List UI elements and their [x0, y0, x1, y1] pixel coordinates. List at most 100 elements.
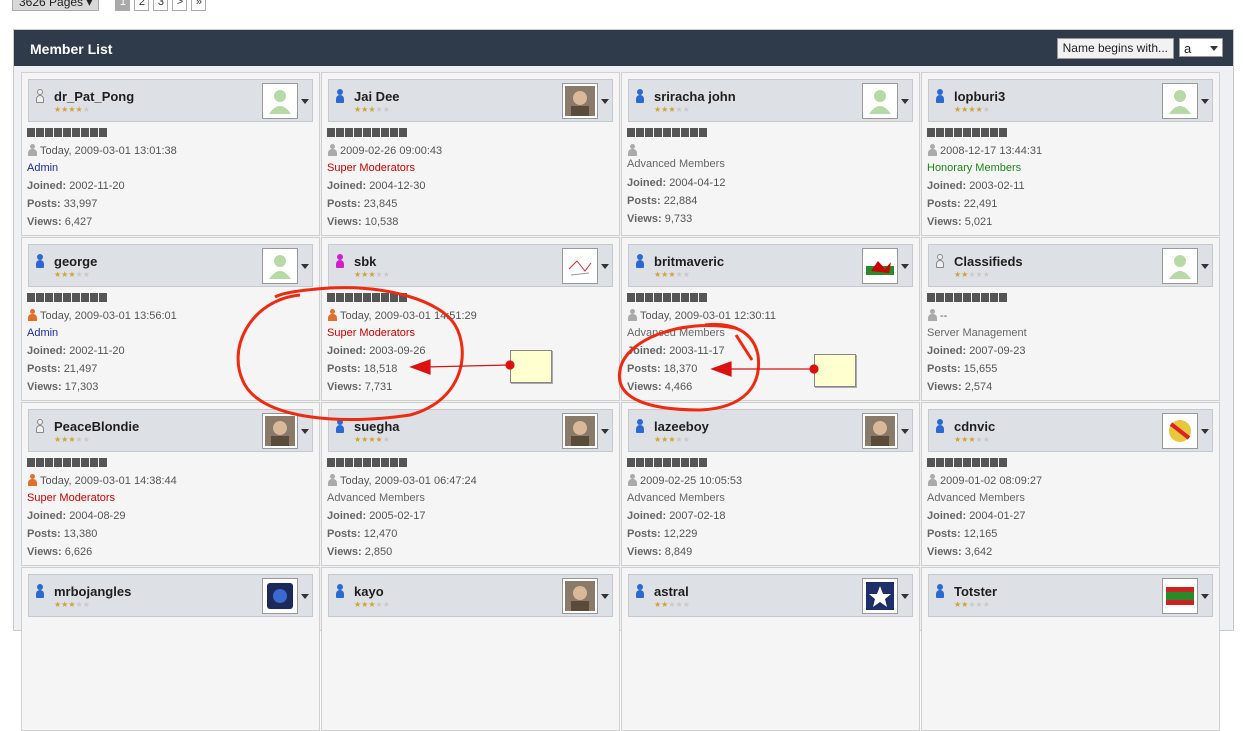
- member-name-link[interactable]: suegha: [354, 419, 400, 434]
- user-status-icon: [336, 254, 344, 268]
- member-card-header: dr_Pat_Pong ★★★★★: [28, 79, 313, 122]
- member-group: Admin: [27, 162, 59, 174]
- last-page-link[interactable]: »: [191, 0, 207, 11]
- posts-value: 21,497: [63, 363, 98, 375]
- member-name-link[interactable]: Totster: [954, 584, 997, 599]
- chevron-down-icon[interactable]: [301, 429, 309, 434]
- avatar[interactable]: [1162, 83, 1198, 119]
- last-activity: 2008-12-17 13:44:31: [927, 144, 1042, 157]
- views-value: 4,466: [664, 381, 693, 393]
- views-line: Views: 4,466: [627, 381, 692, 393]
- user-status-icon: [936, 254, 944, 268]
- member-card-header: britmaveric ★★★★★: [628, 244, 913, 287]
- chevron-down-icon[interactable]: [601, 429, 609, 434]
- user-status-icon: [636, 419, 644, 433]
- member-card-header: lopburi3 ★★★★★: [928, 79, 1213, 122]
- member-name-link[interactable]: sriracha john: [654, 89, 736, 104]
- rating-stars: ★★★★★: [654, 435, 690, 444]
- avatar[interactable]: [562, 248, 598, 284]
- letter-select[interactable]: a: [1179, 38, 1223, 57]
- name-begins-with-button[interactable]: Name begins with...: [1056, 38, 1174, 59]
- member-name-link[interactable]: astral: [654, 584, 689, 599]
- member-name-link[interactable]: kayo: [354, 584, 384, 599]
- avatar[interactable]: [1162, 578, 1198, 614]
- member-group: Honorary Members: [927, 162, 1022, 174]
- chevron-down-icon[interactable]: [1201, 264, 1209, 269]
- member-name-link[interactable]: dr_Pat_Pong: [54, 89, 134, 104]
- avatar[interactable]: [562, 413, 598, 449]
- chevron-down-icon[interactable]: [301, 99, 309, 104]
- joined-value: 2002-11-20: [69, 345, 125, 357]
- views-value: 8,849: [664, 546, 693, 558]
- joined-line: Joined: 2004-08-29: [27, 510, 125, 522]
- joined-line: Joined: 2003-09-26: [327, 345, 425, 357]
- last-activity-text: Today, 2009-03-01 13:56:01: [40, 310, 177, 322]
- joined-line: Joined: 2002-11-20: [27, 180, 125, 192]
- chevron-down-icon[interactable]: [901, 594, 909, 599]
- avatar[interactable]: [262, 413, 298, 449]
- chevron-down-icon[interactable]: [1201, 99, 1209, 104]
- joined-line: Joined: 2003-02-11: [927, 180, 1025, 192]
- avatar[interactable]: [262, 83, 298, 119]
- avatar[interactable]: [262, 578, 298, 614]
- chevron-down-icon[interactable]: [901, 99, 909, 104]
- joined-value: 2002-11-20: [69, 180, 125, 192]
- member-card: Totster ★★★★★: [921, 567, 1220, 731]
- member-name-link[interactable]: mrbojangles: [54, 584, 131, 599]
- member-name-link[interactable]: cdnvic: [954, 419, 995, 434]
- user-status-icon: [936, 584, 944, 598]
- page-link-3[interactable]: 3: [153, 0, 169, 11]
- member-card-header: PeaceBlondie ★★★★★: [28, 409, 313, 452]
- joined-label: Joined:: [927, 345, 967, 357]
- pages-dropdown[interactable]: 3626 Pages ▾: [12, 0, 100, 11]
- avatar[interactable]: [1162, 248, 1198, 284]
- last-activity: [627, 144, 640, 157]
- chevron-down-icon[interactable]: [601, 99, 609, 104]
- next-page-link[interactable]: >: [172, 0, 188, 11]
- member-name-link[interactable]: britmaveric: [654, 254, 724, 269]
- views-label: Views:: [327, 546, 362, 558]
- member-name-link[interactable]: sbk: [354, 254, 376, 269]
- avatar[interactable]: [862, 578, 898, 614]
- member-card: dr_Pat_Pong ★★★★★ Today, 2009-03-01 13:0…: [21, 72, 320, 236]
- avatar[interactable]: [562, 578, 598, 614]
- page-title: Member List: [30, 41, 113, 57]
- chevron-down-icon[interactable]: [301, 264, 309, 269]
- chevron-down-icon[interactable]: [601, 594, 609, 599]
- member-name-link[interactable]: george: [54, 254, 97, 269]
- member-name-link[interactable]: PeaceBlondie: [54, 419, 139, 434]
- chevron-down-icon[interactable]: [301, 594, 309, 599]
- views-value: 6,626: [64, 546, 93, 558]
- page-link-2[interactable]: 2: [134, 0, 150, 11]
- avatar[interactable]: [1162, 413, 1198, 449]
- member-group: Server Management: [927, 327, 1027, 339]
- member-name-link[interactable]: lazeeboy: [654, 419, 709, 434]
- views-value: 6,427: [64, 216, 93, 228]
- chevron-down-icon[interactable]: [1201, 429, 1209, 434]
- chevron-down-icon[interactable]: [901, 264, 909, 269]
- member-card-header: Jai Dee ★★★★★: [328, 79, 613, 122]
- avatar[interactable]: [862, 413, 898, 449]
- views-label: Views:: [927, 546, 962, 558]
- avatar[interactable]: [562, 83, 598, 119]
- avatar[interactable]: [262, 248, 298, 284]
- user-status-icon: [36, 254, 44, 268]
- member-name-link[interactable]: lopburi3: [954, 89, 1005, 104]
- chevron-down-icon[interactable]: [1201, 594, 1209, 599]
- avatar[interactable]: [862, 248, 898, 284]
- user-icon: [27, 309, 38, 321]
- last-activity: Today, 2009-03-01 12:30:11: [627, 309, 776, 322]
- posts-value: 22,884: [663, 195, 698, 207]
- page-link-1[interactable]: 1: [115, 0, 131, 11]
- views-label: Views:: [627, 381, 662, 393]
- avatar[interactable]: [862, 83, 898, 119]
- member-name-link[interactable]: Jai Dee: [354, 89, 400, 104]
- member-name-link[interactable]: Classifieds: [954, 254, 1023, 269]
- chevron-down-icon[interactable]: [901, 429, 909, 434]
- posts-line: Posts: 22,491: [927, 198, 997, 210]
- posts-line: Posts: 12,229: [627, 528, 697, 540]
- posts-line: Posts: 13,380: [27, 528, 97, 540]
- member-group: Super Moderators: [327, 162, 416, 174]
- posts-line: Posts: 15,655: [927, 363, 997, 375]
- chevron-down-icon[interactable]: [601, 264, 609, 269]
